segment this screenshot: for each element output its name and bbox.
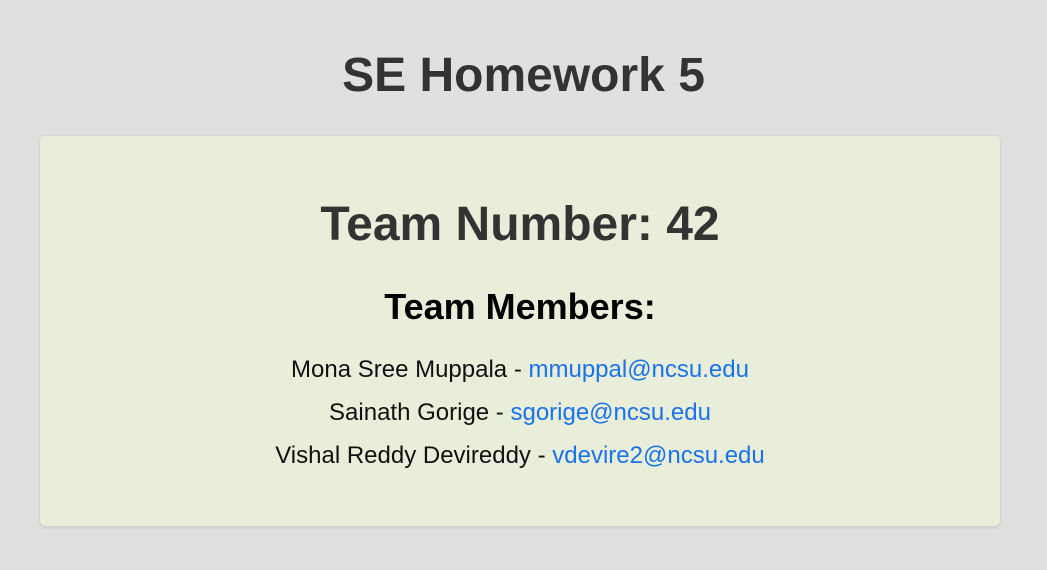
member-name: Sainath Gorige xyxy=(329,399,490,426)
member-separator: - xyxy=(530,442,553,469)
member-item: Mona Sree Muppala - mmuppal@ncsu.edu xyxy=(40,355,1000,398)
member-name: Mona Sree Muppala xyxy=(291,356,508,383)
team-members-heading: Team Members: xyxy=(384,286,656,327)
member-email-link[interactable]: sgorige@ncsu.edu xyxy=(510,399,710,426)
team-number-heading: Team Number: 42 xyxy=(320,198,720,251)
team-card: Team Number: 42 Team Members: Mona Sree … xyxy=(40,136,1000,526)
page-title: SE Homework 5 xyxy=(342,49,705,102)
member-list: Mona Sree Muppala - mmuppal@ncsu.edu Sai… xyxy=(40,355,1000,484)
member-separator: - xyxy=(489,399,511,426)
member-email-link[interactable]: vdevire2@ncsu.edu xyxy=(552,442,764,469)
member-name: Vishal Reddy Devireddy xyxy=(275,442,531,469)
member-email-link[interactable]: mmuppal@ncsu.edu xyxy=(528,356,748,383)
member-separator: - xyxy=(507,356,529,383)
member-item: Sainath Gorige - sgorige@ncsu.edu xyxy=(40,398,1000,441)
member-item: Vishal Reddy Devireddy - vdevire2@ncsu.e… xyxy=(40,441,1000,484)
